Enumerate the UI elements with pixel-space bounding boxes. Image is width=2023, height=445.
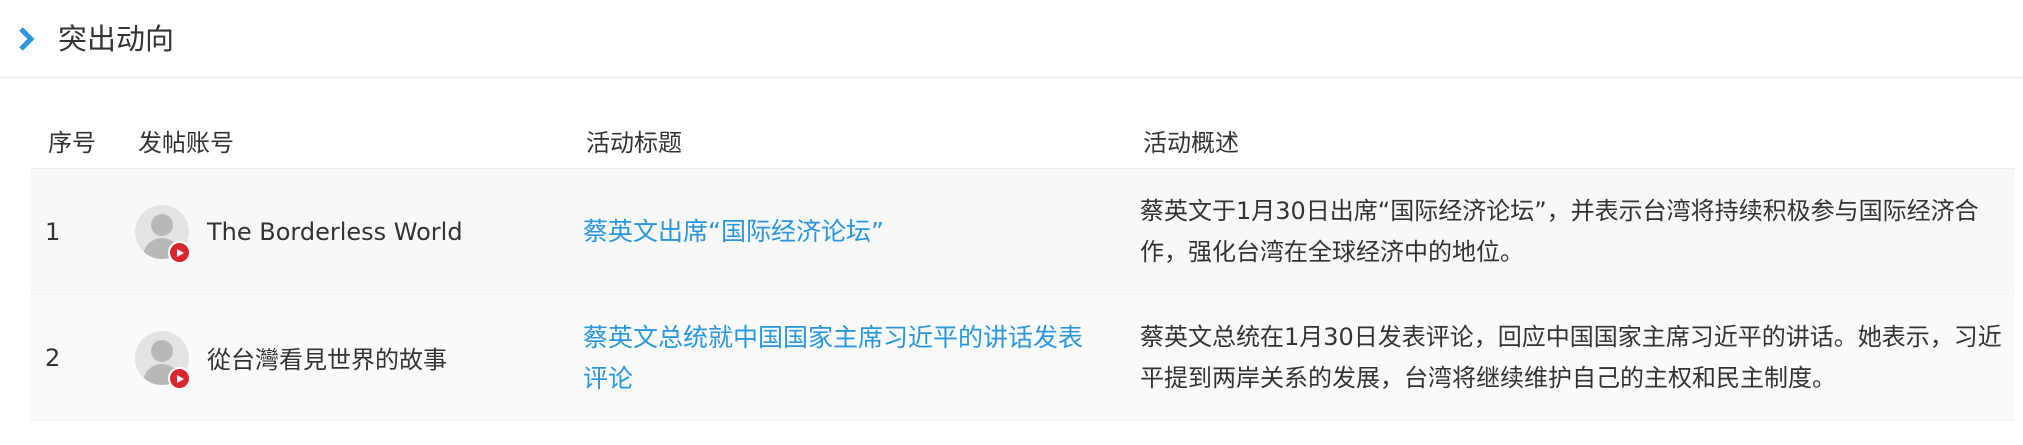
account-name[interactable]: The Borderless World (207, 169, 463, 294)
table-row: 1 The Borderless World 蔡英文出席“国际经济论坛” 蔡英文… (31, 169, 2015, 295)
activity-title-link[interactable]: 蔡英文出席“国际经济论坛” (583, 169, 1103, 294)
header-title: 活动标题 (586, 129, 682, 157)
header-index: 序号 (48, 129, 96, 157)
activity-title-link[interactable]: 蔡英文总统就中国国家主席习近平的讲话发表评论 (583, 295, 1103, 420)
header-account: 发帖账号 (138, 129, 234, 157)
youtube-icon (168, 367, 191, 390)
row-index: 2 (45, 343, 61, 372)
youtube-icon (168, 241, 191, 264)
activity-table: 序号 发帖账号 活动标题 活动概述 1 The Borderless World… (31, 114, 2015, 421)
table-header: 序号 发帖账号 活动标题 活动概述 (31, 114, 2015, 169)
table-row: 2 從台灣看見世界的故事 蔡英文总统就中国国家主席习近平的讲话发表评论 蔡英文总… (31, 295, 2015, 421)
section-header: 突出动向 (0, 0, 2023, 78)
header-summary: 活动概述 (1143, 129, 1239, 157)
account-name[interactable]: 從台灣看見世界的故事 (207, 295, 447, 420)
row-index: 1 (45, 217, 61, 246)
section-title: 突出动向 (58, 22, 175, 56)
activity-summary: 蔡英文于1月30日出席“国际经济论坛”，并表示台湾将持续积极参与国际经济合作，强… (1140, 196, 1979, 266)
activity-summary: 蔡英文总统在1月30日发表评论，回应中国国家主席习近平的讲话。她表示，习近平提到… (1140, 322, 2002, 392)
chevron-right-icon (19, 27, 35, 51)
